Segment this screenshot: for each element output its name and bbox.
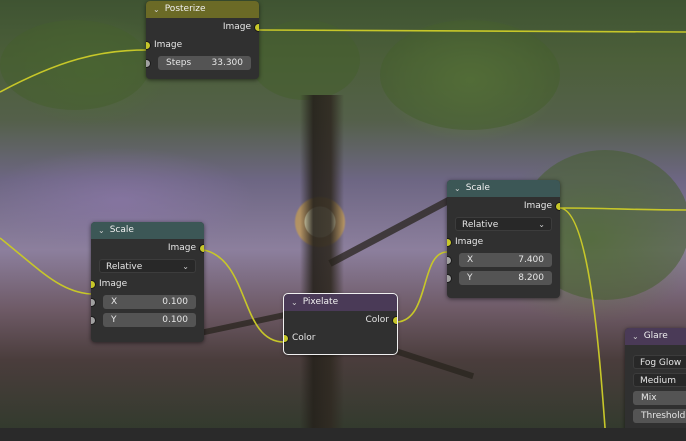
quality-row: Medium bbox=[625, 371, 686, 389]
x-input-socket[interactable] bbox=[447, 256, 452, 265]
node-title: Scale bbox=[109, 225, 134, 235]
output-socket-row: Image bbox=[146, 18, 259, 36]
socket-label: Image bbox=[167, 243, 196, 253]
socket-label: Image bbox=[154, 40, 183, 50]
image-input-socket[interactable] bbox=[447, 238, 452, 247]
node-title: Glare bbox=[643, 331, 668, 341]
input-socket-row: Color bbox=[284, 329, 397, 347]
glare-type-row: Fog Glow bbox=[625, 353, 686, 371]
image-output-socket[interactable] bbox=[199, 244, 204, 253]
chevron-down-icon[interactable]: ⌄ bbox=[98, 222, 105, 239]
pixelate-node-header[interactable]: ⌄ Pixelate bbox=[284, 294, 397, 311]
posterize-node[interactable]: ⌄ Posterize Image Image Steps 33.300 bbox=[146, 1, 259, 79]
field-label: Threshold bbox=[641, 411, 686, 421]
foliage bbox=[0, 20, 150, 110]
field-label: Mix bbox=[641, 393, 657, 403]
chevron-down-icon: ⌄ bbox=[538, 220, 545, 229]
pixelate-node[interactable]: ⌄ Pixelate Color Color bbox=[283, 293, 398, 355]
glare-type-dropdown[interactable]: Fog Glow bbox=[633, 355, 686, 369]
threshold-row: Threshold bbox=[625, 407, 686, 425]
glare-node[interactable]: ⌄ Glare Fog Glow Medium Mix Threshold bbox=[625, 328, 686, 441]
socket-label: Image bbox=[99, 279, 128, 289]
socket-label: Image bbox=[222, 22, 251, 32]
field-value: 0.100 bbox=[162, 315, 188, 325]
socket-label: Color bbox=[365, 315, 390, 325]
scale-node-right[interactable]: ⌄ Scale Image Relative ⌄ Image X 7.400 Y… bbox=[447, 180, 560, 298]
output-socket-row: Image bbox=[447, 197, 560, 215]
node-title: Posterize bbox=[164, 4, 206, 14]
foliage bbox=[380, 20, 560, 130]
mix-row: Mix bbox=[625, 389, 686, 407]
x-row: X 7.400 bbox=[447, 251, 560, 269]
dropdown-value: Medium bbox=[640, 376, 676, 386]
image-input-socket[interactable] bbox=[146, 41, 151, 50]
scale-node-header[interactable]: ⌄ Scale bbox=[447, 180, 560, 197]
x-field[interactable]: X 7.400 bbox=[459, 253, 552, 267]
x-field[interactable]: X 0.100 bbox=[103, 295, 196, 309]
socket-label: Image bbox=[523, 201, 552, 211]
y-field[interactable]: Y 8.200 bbox=[459, 271, 552, 285]
chevron-down-icon: ⌄ bbox=[182, 262, 189, 271]
y-field[interactable]: Y 0.100 bbox=[103, 313, 196, 327]
space-dropdown[interactable]: Relative ⌄ bbox=[455, 217, 552, 231]
field-value: 8.200 bbox=[518, 273, 544, 283]
backdrop-image bbox=[0, 0, 686, 441]
socket-label: Color bbox=[292, 333, 316, 343]
steps-input-socket[interactable] bbox=[146, 59, 151, 68]
scale-node-header[interactable]: ⌄ Scale bbox=[91, 222, 204, 239]
input-socket-row: Image bbox=[146, 36, 259, 54]
image-output-socket[interactable] bbox=[555, 202, 560, 211]
posterize-node-header[interactable]: ⌄ Posterize bbox=[146, 1, 259, 18]
steps-row: Steps 33.300 bbox=[146, 54, 259, 72]
space-dropdown[interactable]: Relative ⌄ bbox=[99, 259, 196, 273]
threshold-field[interactable]: Threshold bbox=[633, 409, 686, 423]
node-title: Scale bbox=[465, 183, 490, 193]
chevron-down-icon[interactable]: ⌄ bbox=[454, 180, 461, 197]
space-row: Relative ⌄ bbox=[91, 257, 204, 275]
space-row: Relative ⌄ bbox=[447, 215, 560, 233]
field-label: Y bbox=[111, 315, 117, 325]
field-label: Y bbox=[467, 273, 473, 283]
socket-label: Image bbox=[455, 237, 484, 247]
field-value: 7.400 bbox=[518, 255, 544, 265]
image-input-socket[interactable] bbox=[91, 280, 96, 289]
foliage bbox=[250, 20, 360, 100]
field-label: X bbox=[467, 255, 474, 265]
output-socket-row: Image bbox=[91, 239, 204, 257]
quality-dropdown[interactable]: Medium bbox=[633, 373, 686, 387]
tree-trunk bbox=[300, 95, 344, 441]
node-title: Pixelate bbox=[302, 297, 339, 307]
dropdown-value: Fog Glow bbox=[640, 358, 682, 368]
dropdown-value: Relative bbox=[106, 262, 143, 272]
input-socket-row: Image bbox=[91, 275, 204, 293]
y-row: Y 8.200 bbox=[447, 269, 560, 287]
color-output-socket[interactable] bbox=[392, 316, 397, 325]
x-row: X 0.100 bbox=[91, 293, 204, 311]
chevron-down-icon[interactable]: ⌄ bbox=[291, 294, 298, 311]
steps-field[interactable]: Steps 33.300 bbox=[158, 56, 251, 70]
field-label: X bbox=[111, 297, 118, 307]
y-input-socket[interactable] bbox=[447, 274, 452, 283]
status-bar bbox=[0, 428, 686, 441]
scale-node-left[interactable]: ⌄ Scale Image Relative ⌄ Image X 0.100 Y… bbox=[91, 222, 204, 342]
spacer-row bbox=[625, 345, 686, 353]
field-label: Steps bbox=[166, 58, 192, 68]
x-input-socket[interactable] bbox=[91, 298, 96, 307]
output-socket-row: Color bbox=[284, 311, 397, 329]
mix-field[interactable]: Mix bbox=[633, 391, 686, 405]
image-output-socket[interactable] bbox=[254, 23, 259, 32]
dropdown-value: Relative bbox=[462, 220, 499, 230]
field-value: 0.100 bbox=[162, 297, 188, 307]
y-input-socket[interactable] bbox=[91, 316, 96, 325]
color-input-socket[interactable] bbox=[284, 334, 289, 343]
chevron-down-icon[interactable]: ⌄ bbox=[632, 328, 639, 345]
input-socket-row: Image bbox=[447, 233, 560, 251]
y-row: Y 0.100 bbox=[91, 311, 204, 329]
chevron-down-icon[interactable]: ⌄ bbox=[153, 1, 160, 18]
field-value: 33.300 bbox=[211, 58, 244, 68]
glare-node-header[interactable]: ⌄ Glare bbox=[625, 328, 686, 345]
